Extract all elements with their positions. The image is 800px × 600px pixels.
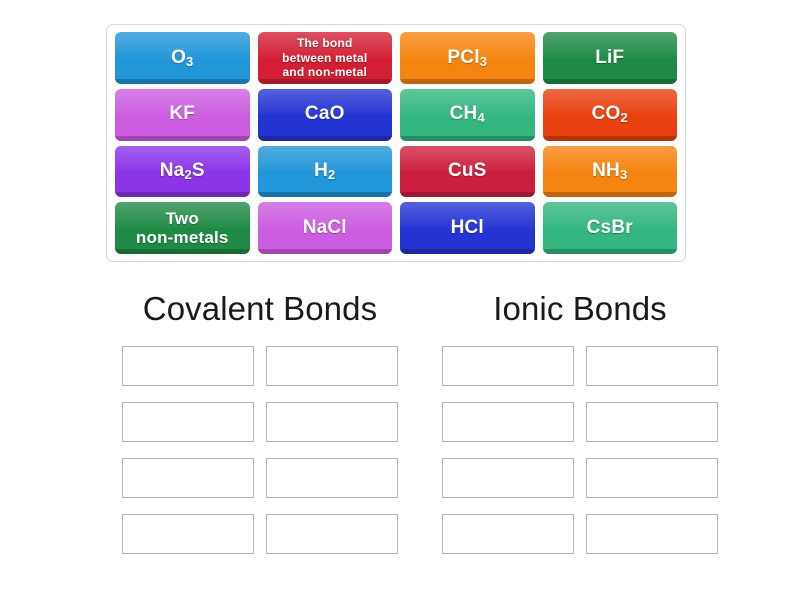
category-group: Covalent Bonds [100, 288, 420, 555]
dropzone[interactable] [122, 402, 254, 443]
dropzone[interactable] [266, 514, 398, 555]
tile-label: CsBr [586, 216, 633, 238]
dropzone[interactable] [442, 346, 574, 387]
draggable-tile[interactable]: CO2 [542, 88, 677, 141]
draggable-tile[interactable]: PCl3 [400, 32, 535, 84]
draggable-tile[interactable]: HCl [400, 202, 535, 254]
dropzone[interactable] [122, 346, 254, 387]
dropzone[interactable] [122, 514, 254, 555]
tile-label: PCl3 [447, 46, 488, 69]
draggable-tile[interactable]: H2 [257, 145, 392, 198]
dropzone[interactable] [442, 458, 574, 499]
dropzone[interactable] [586, 514, 718, 555]
tile-tray: O3 The bond between metal and non-metal PCl3… [106, 24, 686, 262]
tile-label: KF [169, 103, 196, 125]
dropzone[interactable] [266, 402, 398, 443]
dropzone[interactable] [586, 402, 718, 443]
tile-label: CuS [447, 160, 487, 182]
category-title: Covalent Bonds [142, 290, 378, 327]
dropzone[interactable] [442, 514, 574, 555]
draggable-tile[interactable]: Two non-metals [115, 202, 250, 254]
tile-label: NaCl [302, 216, 347, 238]
category-groups: Covalent Bonds Ionic Bonds [0, 288, 800, 555]
draggable-tile[interactable]: CsBr [542, 202, 677, 254]
dropzone[interactable] [442, 402, 574, 443]
tile-label: Two non-metals [135, 209, 229, 248]
dropzone[interactable] [586, 458, 718, 499]
dropzone[interactable] [266, 458, 398, 499]
tile-label: LiF [595, 46, 625, 68]
dropzone[interactable] [266, 346, 398, 387]
tile-label: CaO [304, 103, 345, 125]
draggable-tile[interactable]: KF [115, 88, 250, 141]
dropzone[interactable] [122, 458, 254, 499]
dropzone-grid [420, 346, 740, 555]
draggable-tile[interactable]: CH4 [400, 88, 535, 141]
draggable-tile[interactable]: NH3 [542, 145, 677, 198]
tile-label: H2 [314, 160, 336, 182]
tile-label: NH3 [592, 160, 628, 182]
dropzone-grid [100, 346, 420, 555]
draggable-tile[interactable]: Na2S [115, 145, 250, 198]
draggable-tile[interactable]: LiF [542, 32, 677, 84]
category-group: Ionic Bonds [420, 288, 740, 555]
draggable-tile[interactable]: The bond between metal and non-metal [257, 32, 392, 84]
tile-label: O3 [171, 46, 194, 69]
draggable-tile[interactable]: CuS [400, 145, 535, 198]
draggable-tile[interactable]: NaCl [257, 202, 392, 254]
activity-page: O3 The bond between metal and non-metal PCl3… [0, 0, 800, 600]
tile-label: HCl [450, 216, 484, 238]
tile-label: The bond between metal and non-metal [282, 36, 368, 80]
dropzone[interactable] [586, 346, 718, 387]
draggable-tile[interactable]: O3 [115, 32, 250, 84]
draggable-tile[interactable]: CaO [257, 88, 392, 141]
tile-label: Na2S [159, 160, 205, 182]
category-title: Ionic Bonds [493, 290, 667, 327]
tile-label: CO2 [591, 103, 628, 126]
tile-label: CH4 [449, 103, 485, 126]
